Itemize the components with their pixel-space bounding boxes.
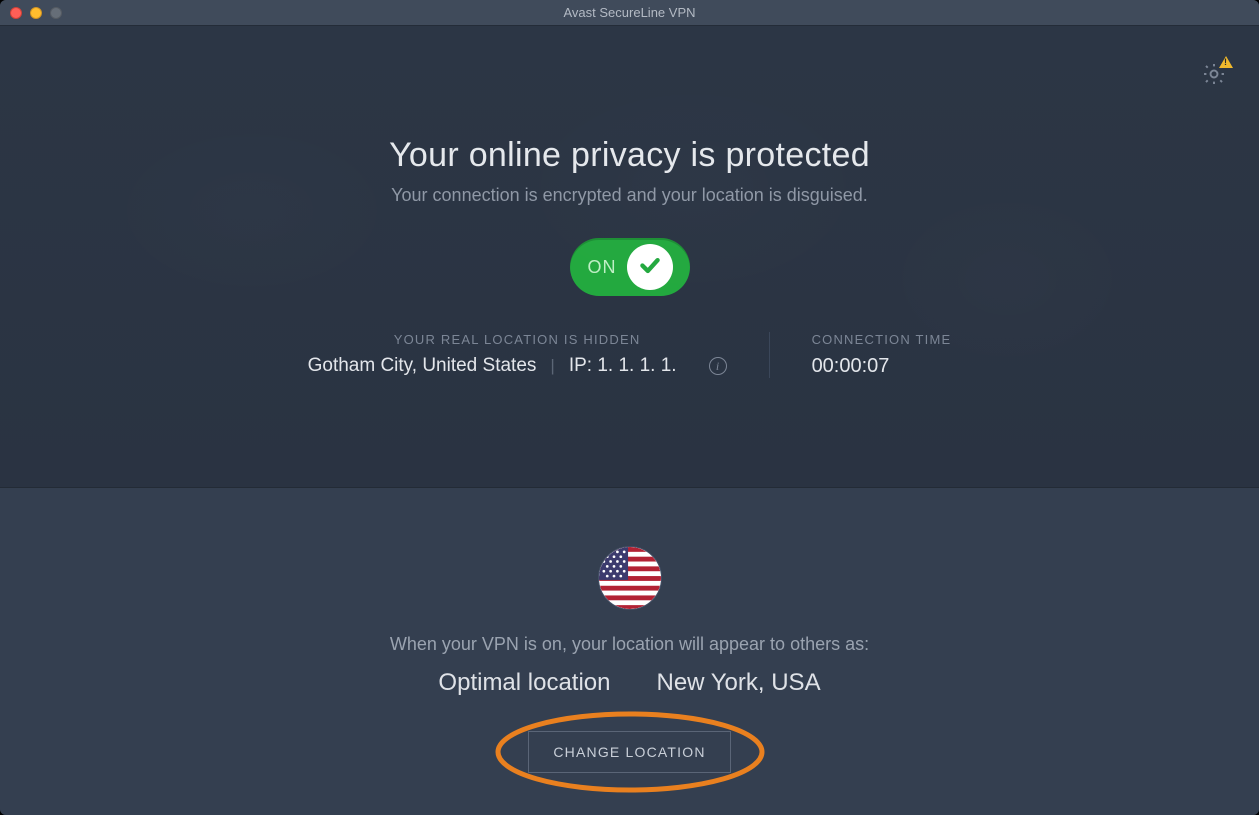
- connection-time-label: CONNECTION TIME: [812, 332, 952, 347]
- connection-time-section: CONNECTION TIME 00:00:07: [770, 332, 952, 378]
- apparent-mode: Optimal location: [438, 669, 610, 697]
- apparent-location-caption: When your VPN is on, your location will …: [390, 634, 869, 655]
- vpn-toggle-label: ON: [588, 257, 617, 278]
- settings-button[interactable]: [1201, 61, 1227, 92]
- apparent-location-line: Optimal location New York, USA: [438, 669, 820, 697]
- toggle-knob: [627, 244, 673, 290]
- warning-icon: [1219, 56, 1233, 68]
- status-panel: Your online privacy is protected Your co…: [0, 26, 1259, 488]
- info-row: YOUR REAL LOCATION IS HIDDEN Gotham City…: [0, 332, 1259, 378]
- status-headline: Your online privacy is protected: [0, 136, 1259, 175]
- connection-time-value: 00:00:07: [812, 355, 952, 378]
- window-controls: [10, 7, 62, 19]
- titlebar: Avast SecureLine VPN: [0, 0, 1259, 26]
- zoom-window-button[interactable]: [50, 7, 62, 19]
- real-location-value: Gotham City, United States: [308, 355, 537, 377]
- change-location-button[interactable]: CHANGE LOCATION: [528, 731, 730, 773]
- location-panel: When your VPN is on, your location will …: [0, 488, 1259, 815]
- close-window-button[interactable]: [10, 7, 22, 19]
- real-ip-value: IP: 1. 1. 1. 1.: [569, 355, 677, 377]
- window-title: Avast SecureLine VPN: [564, 5, 696, 20]
- status-subheadline: Your connection is encrypted and your lo…: [0, 185, 1259, 206]
- minimize-window-button[interactable]: [30, 7, 42, 19]
- check-icon: [637, 252, 663, 283]
- app-window: Avast SecureLine VPN Your online privacy…: [0, 0, 1259, 815]
- real-location-label: YOUR REAL LOCATION IS HIDDEN: [308, 332, 727, 347]
- info-icon[interactable]: i: [709, 357, 727, 375]
- real-location-section: YOUR REAL LOCATION IS HIDDEN Gotham City…: [308, 332, 770, 378]
- vpn-toggle[interactable]: ON: [570, 238, 690, 296]
- flag-icon: [598, 546, 662, 610]
- gear-icon: [1201, 61, 1227, 87]
- apparent-location-value: New York, USA: [657, 669, 821, 697]
- separator: |: [550, 356, 554, 376]
